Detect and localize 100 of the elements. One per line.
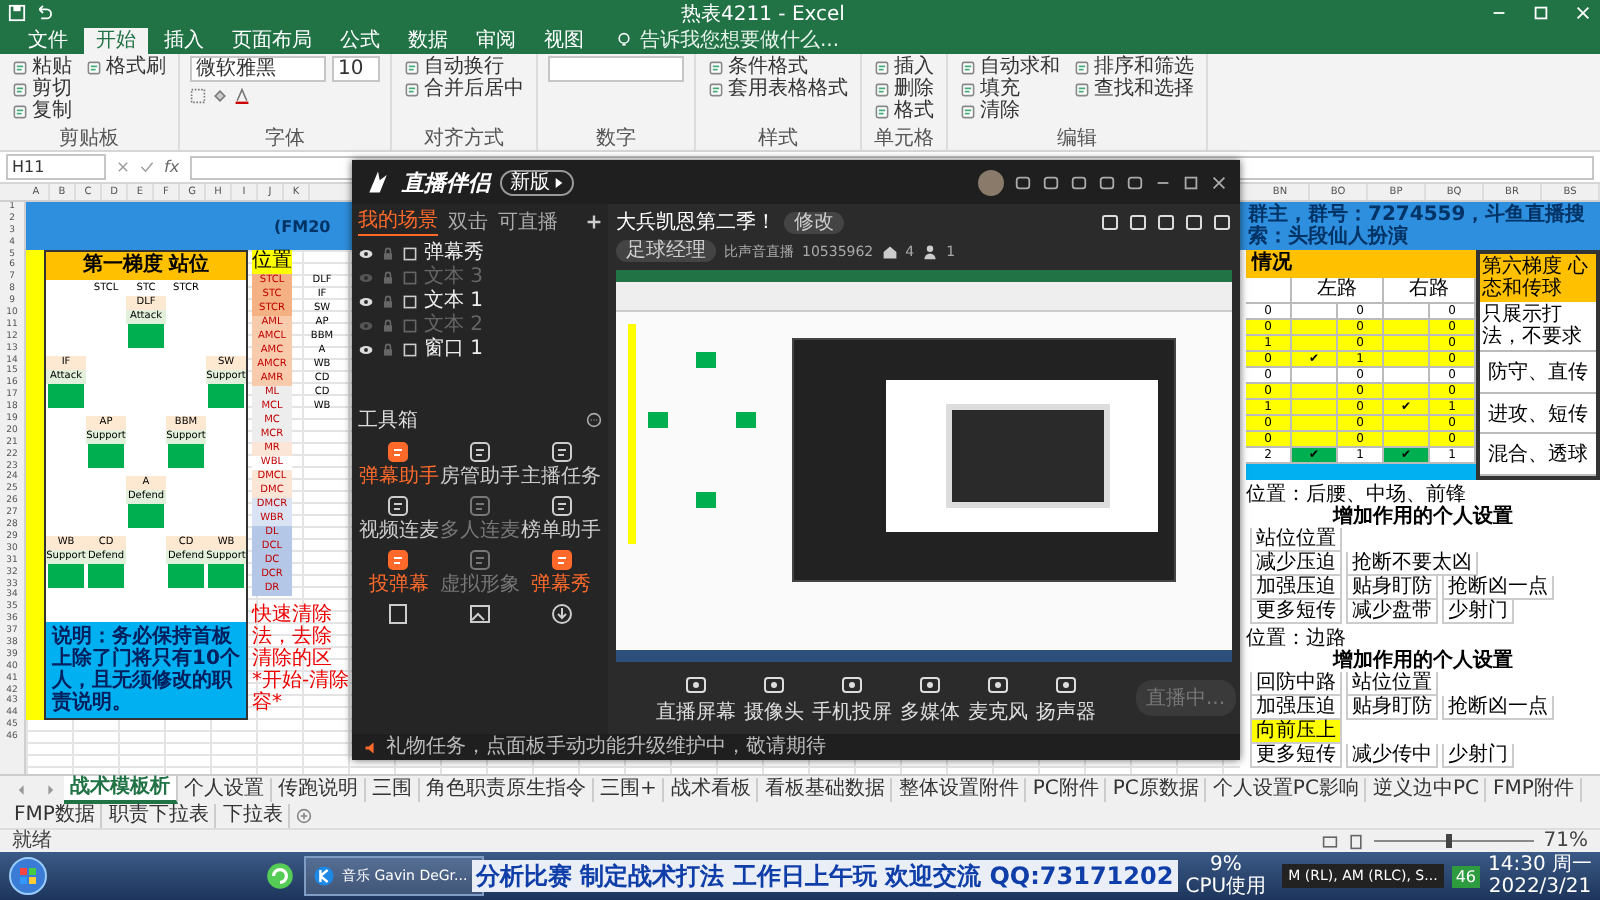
save-icon[interactable] [8, 4, 26, 22]
maximize-icon[interactable] [1182, 173, 1200, 191]
download-icon[interactable] [549, 602, 574, 626]
sheet-tab[interactable]: 个人设置 [178, 778, 272, 802]
tell-me-field[interactable]: 告诉我您想要做什么... [640, 28, 840, 54]
ribbon-tab[interactable]: 开始 [84, 28, 148, 54]
source-control-button[interactable]: 手机投屏 [812, 673, 892, 723]
sheet-tab[interactable]: PC附件 [1026, 778, 1107, 802]
category-button[interactable]: 足球经理 [616, 240, 716, 262]
sheet-tab[interactable]: 战术模板析 [64, 776, 178, 804]
ribbon-button[interactable]: 自动求和 [958, 56, 1062, 78]
sheet-tab[interactable]: 三围+ [594, 778, 665, 802]
ribbon-tab[interactable]: 视图 [532, 28, 596, 54]
source-control-button[interactable]: 多媒体 [900, 673, 960, 723]
border-icon[interactable] [190, 88, 206, 104]
image-icon[interactable] [467, 602, 492, 626]
ribbon-button[interactable]: 套用表格格式 [706, 78, 850, 100]
ribbon-button[interactable]: 剪切 [10, 78, 74, 100]
lock-icon[interactable] [380, 294, 396, 310]
sheet-tab[interactable]: FMP附件 [1486, 778, 1582, 802]
font-name-field[interactable]: 微软雅黑 [190, 56, 326, 82]
source-name[interactable]: 窗口 1 [424, 338, 484, 362]
ribbon-button[interactable]: 插入 [872, 56, 936, 78]
ribbon-button[interactable]: 格式 [872, 100, 936, 122]
eye-icon[interactable] [358, 294, 374, 310]
sheet-tab[interactable]: 看板基础数据 [758, 778, 893, 802]
edit-button[interactable]: 修改 [784, 211, 844, 233]
lock-icon[interactable] [380, 270, 396, 286]
start-button[interactable] [8, 856, 48, 896]
message-icon [467, 548, 492, 572]
lock-icon[interactable] [380, 318, 396, 334]
tool-button[interactable]: 弹幕秀 [531, 548, 592, 596]
tool-button[interactable]: 榜单助手 [521, 494, 602, 542]
ribbon-button[interactable]: 查找和选择 [1072, 78, 1196, 100]
ribbon-tab[interactable]: 文件 [16, 28, 80, 54]
sheet-tab[interactable]: 个人设置PC影响 [1206, 778, 1367, 802]
check-icon[interactable] [140, 160, 154, 174]
paint-bucket-icon[interactable] [212, 88, 228, 104]
source-control-button[interactable]: 麦克风 [968, 673, 1028, 723]
lock-icon[interactable] [380, 246, 396, 262]
source-control-button[interactable]: 扬声器 [1036, 673, 1096, 723]
tool-button[interactable]: 房管助手 [439, 440, 520, 488]
ribbon-button[interactable]: 复制 [10, 100, 74, 122]
cancel-icon[interactable] [116, 160, 130, 174]
ribbon-button[interactable]: 格式刷 [84, 56, 168, 78]
ribbon-tab[interactable]: 插入 [152, 28, 216, 54]
name-box[interactable]: H11 [6, 154, 106, 180]
document-icon[interactable] [386, 602, 411, 626]
ribbon-button[interactable]: 粘贴 [10, 56, 74, 78]
sheet-tab[interactable]: 角色职责原生指令 [420, 778, 594, 802]
sheet-tab[interactable]: 三围 [366, 778, 420, 802]
source-name[interactable]: 弹幕秀 [424, 242, 484, 266]
eye-icon[interactable] [358, 342, 374, 358]
source-control-button[interactable]: 直播屏幕 [656, 673, 736, 723]
scene-tab[interactable]: 我的场景 [358, 208, 438, 236]
ribbon-button[interactable]: 填充 [958, 78, 1062, 100]
insert-function-button[interactable]: fx [164, 158, 180, 176]
ribbon-button[interactable]: 删除 [872, 78, 936, 100]
font-color-icon[interactable] [234, 88, 250, 104]
scene-tab[interactable]: 双击 [448, 209, 488, 235]
lock-icon[interactable] [380, 342, 396, 358]
version-button[interactable]: 新版 [500, 169, 574, 195]
tool-button[interactable]: 投弹幕 [368, 548, 429, 596]
sheet-tab[interactable]: 传跑说明 [272, 778, 366, 802]
sheet-tab[interactable]: 逆义边中PC [1366, 778, 1487, 802]
scene-tab[interactable]: 可直播 [498, 209, 558, 235]
ribbon-tab[interactable]: 公式 [328, 28, 392, 54]
eye-icon[interactable] [358, 246, 374, 262]
group-label: 对齐方式 [422, 128, 506, 150]
clock-date[interactable]: 2022/3/21 [1488, 876, 1592, 898]
sheet-tab[interactable]: PC原数据 [1106, 778, 1207, 802]
number-format-field[interactable] [548, 56, 684, 82]
refresh-app-icon[interactable] [264, 860, 296, 892]
ribbon-tab[interactable]: 页面布局 [220, 28, 324, 54]
zoom-slider[interactable] [1445, 834, 1452, 848]
avatar[interactable] [978, 169, 1004, 195]
sheet-tab[interactable]: 整体设置附件 [892, 778, 1027, 802]
close-icon[interactable] [1210, 173, 1228, 191]
ribbon-tab[interactable]: 审阅 [464, 28, 528, 54]
clock-time[interactable]: 14:30 周一 [1488, 854, 1592, 876]
tray-badge[interactable]: 46 [1451, 865, 1480, 887]
add-sheet-icon[interactable] [296, 808, 313, 824]
tool-button[interactable]: 视频连麦 [358, 494, 439, 542]
tool-button[interactable]: 弹幕助手 [358, 440, 439, 488]
source-name[interactable]: 文本 1 [424, 290, 484, 314]
tool-button[interactable]: 主播任务 [521, 440, 602, 488]
font-size-field[interactable]: 10 [332, 56, 380, 82]
add-icon[interactable] [586, 214, 602, 230]
ribbon-button[interactable]: 条件格式 [706, 56, 850, 78]
sheet-tab[interactable]: 战术看板 [664, 778, 759, 802]
undo-icon[interactable] [34, 4, 52, 22]
ribbon-button[interactable]: 自动换行 [402, 56, 526, 78]
ribbon-button[interactable]: 合并后居中 [402, 78, 526, 100]
normal-view-icon[interactable] [1321, 833, 1338, 849]
page-layout-icon[interactable] [1347, 833, 1364, 849]
more-icon[interactable] [586, 412, 602, 428]
source-control-button[interactable]: 摄像头 [744, 673, 804, 723]
ribbon-button[interactable]: 排序和筛选 [1072, 56, 1196, 78]
ribbon-tab[interactable]: 数据 [396, 28, 460, 54]
ribbon-button[interactable]: 清除 [958, 100, 1062, 122]
